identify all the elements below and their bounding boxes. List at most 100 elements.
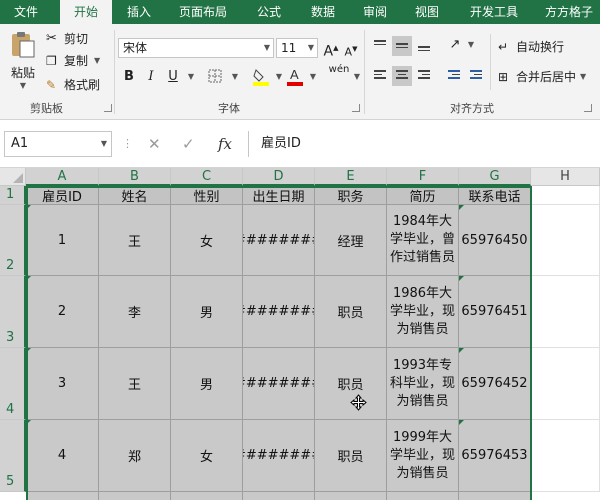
tab-page-layout[interactable]: 页面布局 xyxy=(170,0,236,24)
column-header-e[interactable]: E xyxy=(315,168,387,186)
column-header-a[interactable]: A xyxy=(26,168,99,186)
formula-input[interactable]: 雇员ID xyxy=(248,131,600,157)
copy-dropdown-icon[interactable]: ▼ xyxy=(94,56,100,65)
empty-cell[interactable] xyxy=(531,420,600,492)
paste-dropdown-icon[interactable]: ▼ xyxy=(20,81,26,90)
table-cell[interactable]: ######## xyxy=(243,420,315,492)
empty-cell[interactable] xyxy=(531,186,600,205)
orientation-dropdown-icon[interactable]: ▼ xyxy=(462,36,480,54)
table-cell[interactable] xyxy=(315,492,387,500)
column-header-g[interactable]: G xyxy=(459,168,531,186)
column-header-b[interactable]: B xyxy=(99,168,171,186)
table-cell[interactable]: ######## xyxy=(243,205,315,276)
middle-align-button[interactable] xyxy=(392,36,412,56)
decrease-font-size-button[interactable]: A▼ xyxy=(342,40,360,59)
table-cell[interactable]: 1984年大学毕业，曾作过销售员 xyxy=(387,205,459,276)
table-cell[interactable]: 1986年大学毕业，现为销售员 xyxy=(387,276,459,348)
tab-insert[interactable]: 插入 xyxy=(114,0,164,24)
column-header-c[interactable]: C xyxy=(171,168,243,186)
table-cell[interactable]: 男 xyxy=(171,276,243,348)
underline-dropdown-icon[interactable]: ▼ xyxy=(182,68,200,86)
header-cell[interactable]: 姓名 xyxy=(99,186,171,205)
column-header-d[interactable]: D xyxy=(243,168,315,186)
column-header-f[interactable]: F xyxy=(387,168,459,186)
row-header-4[interactable]: 4 xyxy=(0,348,26,420)
table-cell[interactable]: 1999年大学毕业，现为销售员 xyxy=(387,420,459,492)
table-cell[interactable]: 李 xyxy=(99,276,171,348)
merge-center-button[interactable]: ⊞ 合并后居中 ▼ xyxy=(498,68,586,85)
cancel-icon[interactable]: ✕ xyxy=(148,135,161,153)
row-header-1[interactable]: 1 xyxy=(0,186,26,205)
font-dialog-launcher-icon[interactable] xyxy=(352,104,360,112)
table-cell[interactable]: 65976451 xyxy=(459,276,531,348)
font-name-dropdown[interactable]: 宋体 ▼ xyxy=(118,38,274,58)
tab-view[interactable]: 视图 xyxy=(402,0,452,24)
tab-fangfang[interactable]: 方方格子 xyxy=(538,0,600,24)
table-cell[interactable] xyxy=(26,492,99,500)
empty-cell[interactable] xyxy=(531,205,600,276)
increase-indent-button[interactable] xyxy=(466,66,486,86)
top-align-button[interactable] xyxy=(370,36,390,56)
empty-cell[interactable] xyxy=(531,276,600,348)
borders-dropdown-icon[interactable]: ▼ xyxy=(226,68,244,86)
tab-data[interactable]: 数据 xyxy=(298,0,348,24)
table-cell[interactable]: ######## xyxy=(243,348,315,420)
header-cell[interactable]: 简历 xyxy=(387,186,459,205)
tab-file[interactable]: 文件 xyxy=(0,0,52,24)
increase-font-size-button[interactable]: A▲ xyxy=(322,39,340,60)
align-left-button[interactable] xyxy=(370,66,390,86)
font-size-dropdown[interactable]: 11 ▼ xyxy=(276,38,318,58)
row-header-3[interactable]: 3 xyxy=(0,276,26,348)
table-cell[interactable]: 王 xyxy=(99,205,171,276)
fill-color-button[interactable] xyxy=(252,66,270,86)
row-header-5[interactable]: 5 xyxy=(0,420,26,492)
table-cell[interactable]: 女 xyxy=(171,420,243,492)
align-right-button[interactable] xyxy=(414,66,434,86)
table-cell[interactable]: 王 xyxy=(99,348,171,420)
column-header-h[interactable]: H xyxy=(531,168,600,186)
header-cell[interactable]: 雇员ID xyxy=(26,186,99,205)
enter-check-icon[interactable]: ✓ xyxy=(182,135,195,153)
table-cell[interactable]: 3 xyxy=(26,348,99,420)
copy-button[interactable]: ❐ 复制 ▼ xyxy=(46,52,100,69)
table-cell[interactable]: 1993年专科毕业，现为销售员 xyxy=(387,348,459,420)
bottom-align-button[interactable] xyxy=(414,36,434,56)
cut-button[interactable]: ✂ 剪切 xyxy=(46,30,88,47)
borders-button[interactable] xyxy=(206,68,224,86)
table-cell[interactable] xyxy=(459,492,531,500)
table-cell[interactable]: 郑 xyxy=(99,420,171,492)
header-cell[interactable]: 职务 xyxy=(315,186,387,205)
underline-button[interactable]: U xyxy=(164,68,182,86)
merge-dropdown-icon[interactable]: ▼ xyxy=(580,72,586,81)
table-cell[interactable]: 男 xyxy=(171,348,243,420)
table-cell[interactable]: 65976453 xyxy=(459,420,531,492)
empty-cell[interactable] xyxy=(531,348,600,420)
header-cell[interactable]: 出生日期 xyxy=(243,186,315,205)
table-cell[interactable] xyxy=(171,492,243,500)
row-header-2[interactable]: 2 xyxy=(0,205,26,276)
name-box[interactable]: A1 ▼ xyxy=(4,131,112,157)
table-cell[interactable] xyxy=(99,492,171,500)
table-cell[interactable]: 1 xyxy=(26,205,99,276)
bold-button[interactable]: B xyxy=(120,68,138,86)
tab-review[interactable]: 审阅 xyxy=(350,0,400,24)
font-color-button[interactable]: A xyxy=(286,66,304,86)
italic-button[interactable]: I xyxy=(142,68,160,86)
tab-developer[interactable]: 开发工具 xyxy=(458,0,530,24)
insert-function-icon[interactable]: fx xyxy=(218,135,232,153)
decrease-indent-button[interactable] xyxy=(444,66,464,86)
tab-home[interactable]: 开始 xyxy=(60,0,112,25)
table-cell[interactable]: 65976452 xyxy=(459,348,531,420)
table-cell[interactable]: 经理 xyxy=(315,205,387,276)
table-cell[interactable]: 4 xyxy=(26,420,99,492)
table-cell[interactable]: 职员 xyxy=(315,276,387,348)
table-cell[interactable]: 职员 xyxy=(315,420,387,492)
header-cell[interactable]: 性别 xyxy=(171,186,243,205)
tab-formulas[interactable]: 公式 xyxy=(244,0,294,24)
table-cell[interactable]: 2 xyxy=(26,276,99,348)
table-cell[interactable]: 65976450 xyxy=(459,205,531,276)
select-all-corner[interactable] xyxy=(0,168,26,186)
table-cell[interactable] xyxy=(387,492,459,500)
format-painter-button[interactable]: ✎ 格式刷 xyxy=(46,76,100,93)
header-cell[interactable]: 联系电话 xyxy=(459,186,531,205)
